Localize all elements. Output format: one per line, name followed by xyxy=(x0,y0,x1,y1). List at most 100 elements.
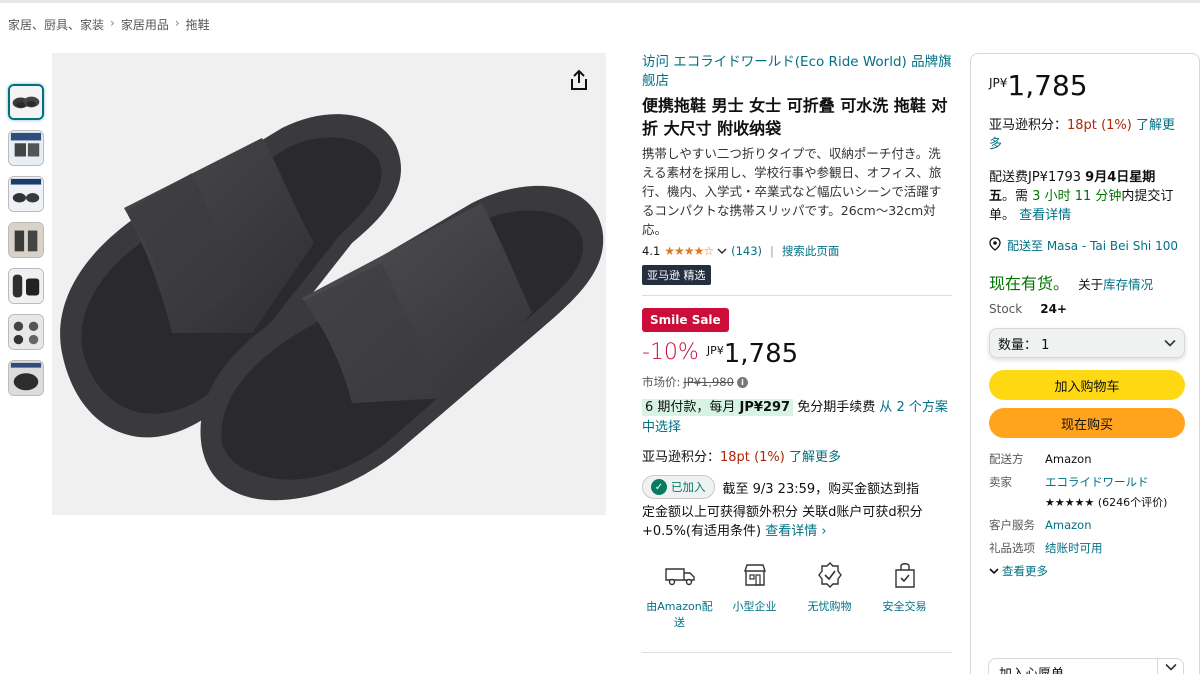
list-price-label: 市场价: xyxy=(642,375,681,389)
thumbnail-image[interactable] xyxy=(8,84,44,120)
breadcrumb-item[interactable]: 家居、厨具、家装 xyxy=(8,16,104,33)
feature-secure-transaction[interactable]: 安全交易 xyxy=(867,557,942,631)
buy-now-button[interactable]: 现在购买 xyxy=(989,408,1185,438)
price: 1,785 xyxy=(1007,69,1088,102)
quantity-select[interactable]: 数量： 1 xyxy=(989,328,1185,358)
divider: | xyxy=(770,244,774,258)
stock-count: 24+ xyxy=(1040,302,1067,316)
thumbnail-image[interactable] xyxy=(8,360,44,396)
chevron-down-icon xyxy=(1157,659,1183,674)
chevron-down-icon xyxy=(989,564,999,579)
star-rating-icon[interactable]: ★★★★☆ xyxy=(664,244,714,258)
breadcrumb-item[interactable]: 拖鞋 xyxy=(186,16,210,33)
brand-store-link[interactable]: 访问 エコライドワールド(Eco Ride World) 品牌旗舰店 xyxy=(642,53,952,91)
installment-highlight: 6 期付款，每月 JP¥297 xyxy=(642,399,794,416)
secure-bag-icon xyxy=(885,557,925,593)
promotion-row: ✓ 已加入 截至 9/3 23:59，购买金额达到指 xyxy=(642,475,952,499)
product-main-image[interactable] xyxy=(52,53,606,515)
seller-info-row: 配送方 Amazon xyxy=(989,452,1181,467)
currency-symbol: JP¥ xyxy=(989,76,1008,90)
points-learn-more-link[interactable]: 了解更多 xyxy=(789,450,841,465)
seller-rating-count: (6246个评价) xyxy=(1097,496,1168,509)
points-row: 亚马逊积分：18pt (1%) 了解更多 xyxy=(642,446,952,465)
thumbnail-image[interactable] xyxy=(8,314,44,350)
product-description: 携帯しやすい二つ折りタイプで、収納ポーチ付き。洗える素材を採用し、学校行事や参観… xyxy=(642,146,942,237)
shipper-label: 配送方 xyxy=(989,452,1024,466)
amazon-choice-badge: 亚马逊 精选 xyxy=(642,265,711,285)
feature-label: 无忧购物 xyxy=(807,600,852,613)
stock-count-row: Stock 24+ xyxy=(989,302,1181,316)
seller-star-icon: ★★★★★ xyxy=(1045,496,1095,509)
search-page-link[interactable]: 搜索此页面 xyxy=(782,243,840,259)
chevron-down-icon[interactable] xyxy=(717,244,727,258)
wishlist-label: 加入心愿单 xyxy=(989,659,1157,674)
added-label: 已加入 xyxy=(671,480,706,494)
stock-info-link[interactable]: 库存情况 xyxy=(1103,277,1153,292)
feature-fulfilled-by-amazon[interactable]: 由Amazon配送 xyxy=(642,557,717,631)
added-promotion-button[interactable]: ✓ 已加入 xyxy=(642,475,715,499)
thumbnail-image[interactable] xyxy=(8,222,44,258)
info-icon[interactable]: i xyxy=(736,376,748,388)
quantity-label: 数量： xyxy=(998,337,1038,353)
breadcrumb-item[interactable]: 家居用品 xyxy=(121,16,169,33)
gift-label: 礼品选项 xyxy=(989,541,1035,555)
points-percent: (1%) xyxy=(754,450,785,465)
top-border xyxy=(0,0,1200,3)
check-icon: ✓ xyxy=(651,479,667,495)
thumbnail-image[interactable] xyxy=(8,176,44,212)
list-price: JP¥1,980 xyxy=(683,375,734,389)
feature-worry-free[interactable]: 无忧购物 xyxy=(792,557,867,631)
promotion-details-link[interactable]: 查看详情 › xyxy=(765,524,826,539)
seller-label: 卖家 xyxy=(989,475,1012,489)
divider xyxy=(642,295,952,296)
see-more-toggle[interactable]: 查看更多 xyxy=(989,564,1181,579)
installment-amount: JP¥297 xyxy=(739,400,791,415)
thumbnail-list xyxy=(8,84,46,406)
shipper-value: Amazon xyxy=(1045,452,1092,466)
stock-status: 现在有货。 关于库存情况 xyxy=(989,270,1181,294)
in-stock-label: 现在有货。 xyxy=(989,274,1070,293)
points-value: 18pt xyxy=(1067,118,1097,133)
list-price-row: 市场价: JP¥1,980 i xyxy=(642,374,952,390)
installment-info: 6 期付款，每月 JP¥297 免分期手续费 从 2 个方案中选择 xyxy=(642,398,952,438)
shop-icon xyxy=(735,557,775,593)
installment-fee-text: 免分期手续费 xyxy=(797,400,876,415)
delivery-location[interactable]: 配送至 Masa - Tai Bei Shi 100 xyxy=(989,237,1181,256)
thumbnail-image[interactable] xyxy=(8,130,44,166)
delivery-fee: 配送费JP¥1793 xyxy=(989,170,1082,185)
feature-icons: 由Amazon配送 小型企业 无忧购物 安全交易 xyxy=(642,557,942,631)
price: 1,785 xyxy=(723,339,799,369)
delivery-text: 。需 xyxy=(1002,189,1029,204)
breadcrumb-separator: › xyxy=(110,16,115,30)
product-info: 访问 エコライドワールド(Eco Ride World) 品牌旗舰店 便携拖鞋 … xyxy=(642,53,952,631)
delivery-details-link[interactable]: 查看详情 xyxy=(1019,208,1071,223)
share-button[interactable] xyxy=(566,67,592,93)
seller-info: 配送方 Amazon 卖家 エコライドワールド ★★★★★ (6246个评价) … xyxy=(989,452,1181,579)
gift-link[interactable]: 结账时可用 xyxy=(1045,541,1181,556)
rating-count-link[interactable]: (143) xyxy=(731,244,762,258)
points-percent: (1%) xyxy=(1101,118,1132,133)
add-to-wishlist-select[interactable]: 加入心愿单 xyxy=(988,658,1184,674)
product-title: 便携拖鞋 男士 女士 可折叠 可水洗 拖鞋 对折 大尺寸 附收纳袋 xyxy=(642,96,948,138)
quantity-value: 1 xyxy=(1041,337,1050,353)
delivery-info: 配送费JP¥1793 9月4日星期五。需 3 小时 11 分钟内提交订单。 查看… xyxy=(989,168,1181,225)
thumbnail-image[interactable] xyxy=(8,268,44,304)
service-label: 客户服务 xyxy=(989,518,1035,532)
service-link[interactable]: Amazon xyxy=(1045,518,1181,533)
badge-icon xyxy=(810,557,850,593)
feature-small-business[interactable]: 小型企业 xyxy=(717,557,792,631)
buybox-points: 亚马逊积分：18pt (1%) 了解更多 xyxy=(989,116,1181,154)
seller-rating[interactable]: ★★★★★ (6246个评价) xyxy=(1045,496,1181,510)
location-pin-icon xyxy=(989,237,1001,256)
currency-symbol: JP¥ xyxy=(706,344,724,357)
add-to-cart-button[interactable]: 加入购物车 xyxy=(989,370,1185,400)
feature-label: 小型企业 xyxy=(732,600,777,613)
feature-label: 安全交易 xyxy=(882,600,927,613)
seller-link[interactable]: エコライドワールド xyxy=(1045,475,1181,490)
divider xyxy=(642,652,952,653)
seller-info-row: 客户服务 Amazon xyxy=(989,518,1181,533)
rating-row: 4.1 ★★★★☆ (143) | 搜索此页面 xyxy=(642,243,952,259)
promotion-text: 截至 9/3 23:59，购买金额达到指 xyxy=(722,481,920,497)
chevron-down-icon xyxy=(1164,336,1176,351)
buybox-price: JP¥ 1,785 xyxy=(989,70,1181,102)
